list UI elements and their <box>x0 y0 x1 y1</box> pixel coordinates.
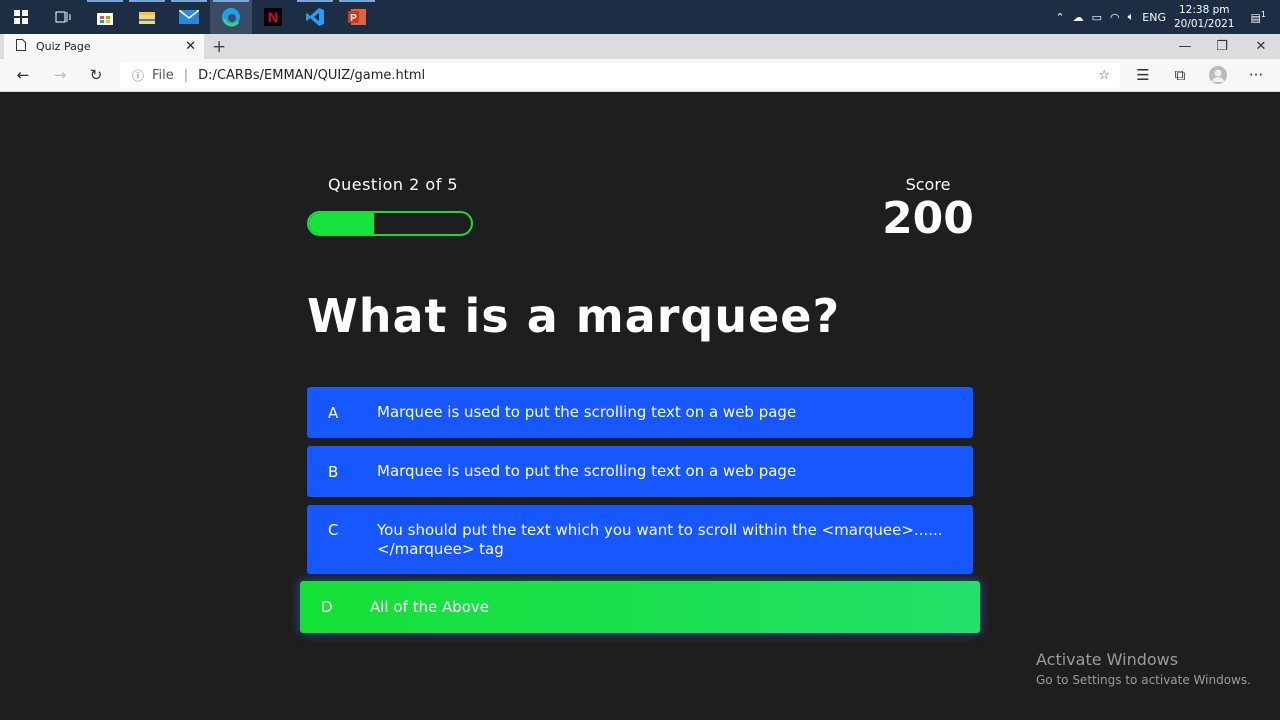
mail-icon[interactable] <box>168 0 210 34</box>
tab-title: Quiz Page <box>36 40 91 53</box>
choice-text: You should put the text which you want t… <box>377 521 943 558</box>
battery-icon[interactable]: ▭ <box>1092 11 1102 24</box>
task-view-icon[interactable] <box>42 0 84 34</box>
choice-text: Marquee is used to put the scrolling tex… <box>377 403 797 421</box>
choice-b[interactable]: B Marquee is used to put the scrolling t… <box>307 446 973 497</box>
back-icon[interactable]: ← <box>13 65 33 85</box>
choice-prefix: A <box>328 403 339 422</box>
choice-prefix: B <box>328 462 339 481</box>
language-indicator[interactable]: ENG <box>1142 11 1166 24</box>
url-divider: | <box>183 68 189 83</box>
activation-watermark: Activate Windows Go to Settings to activ… <box>1036 650 1251 687</box>
choice-text: All of the Above <box>370 597 490 616</box>
tab-quiz-page[interactable]: Quiz Page ✕ <box>4 34 204 59</box>
forward-icon[interactable]: → <box>50 65 70 85</box>
clock[interactable]: 12:38 pm 20/01/2021 <box>1174 3 1235 31</box>
close-tab-icon[interactable]: ✕ <box>185 39 196 54</box>
url-text: D:/CARBs/EMMAN/QUIZ/game.html <box>198 68 426 83</box>
watermark-title: Activate Windows <box>1036 650 1179 669</box>
clock-time: 12:38 pm <box>1178 4 1230 16</box>
collections-icon[interactable]: ⧉ <box>1170 65 1190 85</box>
tab-bar: Quiz Page ✕ + <box>0 34 1280 59</box>
edge-icon[interactable] <box>210 0 252 34</box>
favorites-icon[interactable]: ☰ <box>1133 65 1153 85</box>
chevron-up-icon[interactable]: ⌃ <box>1055 11 1064 24</box>
score-value: 200 <box>882 193 974 244</box>
avatar[interactable] <box>1208 65 1228 85</box>
choice-prefix: C <box>328 521 339 539</box>
progress-bar-fill <box>309 213 374 234</box>
choice-c[interactable]: C You should put the text which you want… <box>307 505 973 574</box>
wifi-icon[interactable]: ◠ <box>1110 11 1120 24</box>
vscode-icon[interactable] <box>294 0 336 34</box>
favorite-star-icon[interactable]: ☆ <box>1098 68 1110 83</box>
restore-icon[interactable]: ❐ <box>1203 34 1241 59</box>
choice-a[interactable]: A Marquee is used to put the scrolling t… <box>307 387 973 438</box>
choice-d[interactable]: D All of the Above <box>300 581 980 633</box>
url-field[interactable]: ⓘ File | D:/CARBs/EMMAN/QUIZ/game.html ☆ <box>120 63 1120 88</box>
svg-text:P: P <box>350 13 357 24</box>
svg-text:N: N <box>268 9 278 25</box>
info-icon[interactable]: ⓘ <box>132 67 144 84</box>
volume-icon[interactable]: 🔈︎ <box>1128 10 1135 24</box>
store-icon[interactable] <box>84 0 126 34</box>
refresh-icon[interactable]: ↻ <box>86 65 106 85</box>
start-icon[interactable] <box>0 0 42 34</box>
choice-text: Marquee is used to put the scrolling tex… <box>377 462 797 480</box>
notification-count: 1 <box>1260 9 1266 19</box>
question-text: What is a marquee? <box>307 289 841 343</box>
minimize-icon[interactable]: — <box>1166 34 1204 59</box>
score-label: Score <box>905 175 951 194</box>
netflix-icon[interactable]: N <box>252 0 294 34</box>
address-bar: ← → ↻ ⓘ File | D:/CARBs/EMMAN/QUIZ/game.… <box>0 59 1280 92</box>
cloud-icon[interactable]: ☁ <box>1073 11 1084 24</box>
explorer-icon[interactable] <box>126 0 168 34</box>
url-scheme: File <box>152 68 174 83</box>
notification-icon[interactable]: ▤1 <box>1251 10 1267 25</box>
clock-date: 20/01/2021 <box>1173 18 1235 30</box>
quiz-page: Question 2 of 5 Score 200 What is a marq… <box>0 93 1280 720</box>
taskbar: N P ⌃ ☁ ▭ ◠ 🔈︎ ENG 12:38 pm 20/01/2021 ▤… <box>0 0 1280 34</box>
progress-text: Question 2 of 5 <box>328 175 459 194</box>
system-tray: ⌃ ☁ ▭ ◠ 🔈︎ ENG 12:38 pm 20/01/2021 ▤1 <box>1055 0 1280 34</box>
close-window-icon[interactable]: ✕ <box>1242 34 1280 59</box>
choice-prefix: D <box>321 598 333 616</box>
page-icon <box>16 39 26 54</box>
watermark-subtitle: Go to Settings to activate Windows. <box>1036 673 1251 687</box>
new-tab-button[interactable]: + <box>212 37 226 57</box>
progress-bar <box>307 211 473 236</box>
more-icon[interactable]: ··· <box>1246 65 1266 85</box>
powerpoint-icon[interactable]: P <box>336 0 378 34</box>
